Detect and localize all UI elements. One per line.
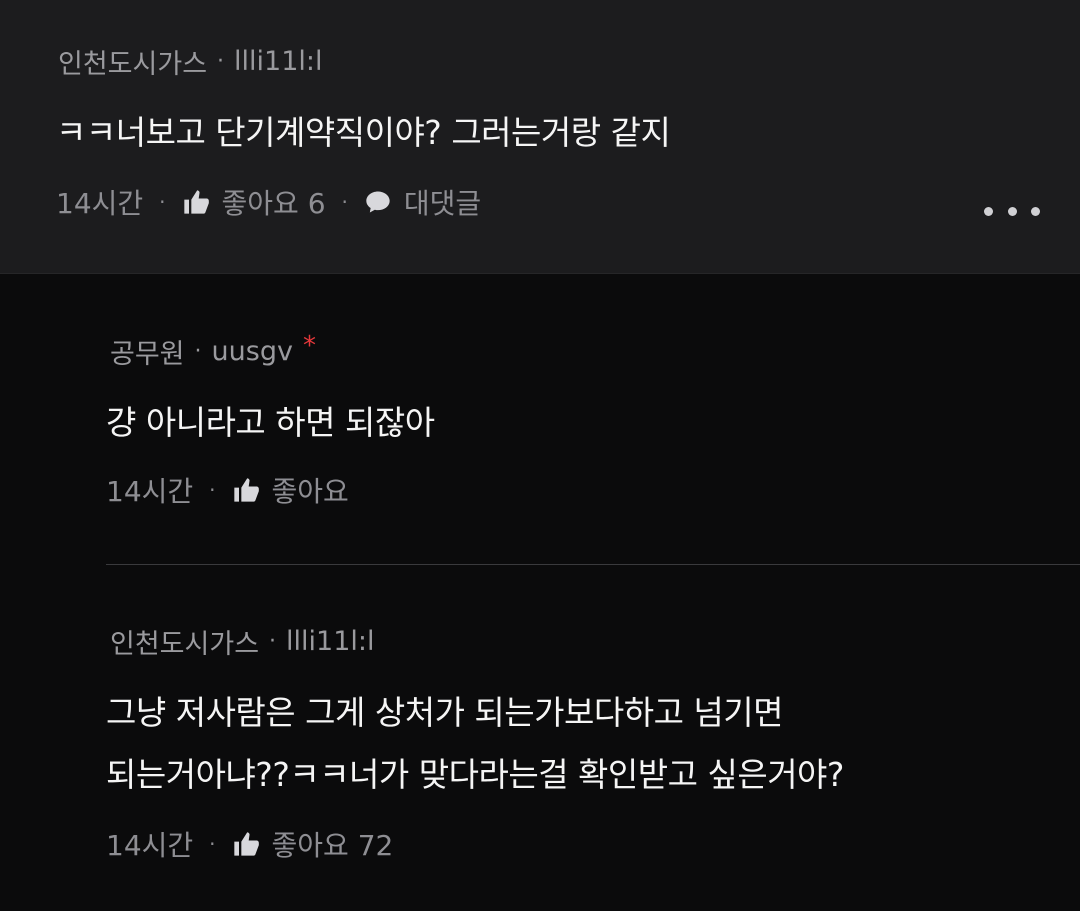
more-dots-icon: [984, 206, 993, 216]
comment-text: ㅋㅋ너보고 단기계약직이야? 그러는거랑 같지: [56, 113, 671, 152]
author-handle[interactable]: llli11l:l: [234, 46, 322, 77]
author-name[interactable]: 공무원: [110, 332, 185, 371]
reply-label: 대댓글: [403, 187, 482, 220]
reply-button[interactable]: 대댓글: [364, 182, 481, 222]
comment-meta: 인천도시가스 · llli11l:l: [58, 42, 323, 81]
separator-dot: ·: [269, 629, 277, 654]
comment-actions: 14시간 · 좋아요 6 · 대댓글: [56, 182, 481, 222]
separator-dot: ·: [209, 478, 216, 502]
separator-dot: ·: [194, 339, 202, 364]
reply-actions: 14시간 · 좋아요 72: [106, 824, 393, 864]
more-options-button[interactable]: [984, 196, 1040, 226]
separator-dot: ·: [159, 190, 166, 214]
reply-divider: [106, 564, 1080, 565]
separator-dot: ·: [209, 832, 216, 856]
like-button[interactable]: 좋아요: [232, 470, 349, 510]
separator-dot: ·: [217, 49, 225, 74]
reply-time: 14시간: [106, 475, 194, 508]
reply-time: 14시간: [106, 829, 194, 862]
thumbs-up-icon: [233, 832, 259, 856]
author-name[interactable]: 인천도시가스: [58, 42, 207, 81]
like-label: 좋아요: [271, 475, 349, 508]
author-name[interactable]: 인천도시가스: [110, 622, 259, 661]
like-button[interactable]: 좋아요 6: [182, 182, 326, 222]
author-handle[interactable]: llli11l:l: [286, 626, 374, 657]
author-handle[interactable]: uusgv: [212, 336, 293, 367]
reply-text-line: 되는거아냐??ㅋㅋ너가 맞다라는걸 확인받고 싶은거야?: [106, 755, 844, 794]
separator-dot: ·: [341, 190, 348, 214]
reply-text-line: 그냥 저사람은 그게 상처가 되는가보다하고 넘기면: [106, 693, 784, 732]
like-label: 좋아요 6: [221, 187, 326, 220]
comment-time: 14시간: [56, 187, 144, 220]
speech-bubble-icon: [366, 191, 390, 213]
author-badge: *: [302, 330, 316, 361]
like-label: 좋아요 72: [271, 829, 394, 862]
reply-text: 걍 아니라고 하면 되잖아: [106, 403, 435, 442]
reply-meta: 인천도시가스 · llli11l:l: [110, 622, 375, 661]
thumbs-up-icon: [183, 190, 209, 214]
reply-actions: 14시간 · 좋아요: [106, 470, 349, 510]
reply-meta: 공무원 · uusgv *: [110, 330, 316, 371]
thumbs-up-icon: [233, 478, 259, 502]
like-button[interactable]: 좋아요 72: [232, 824, 394, 864]
